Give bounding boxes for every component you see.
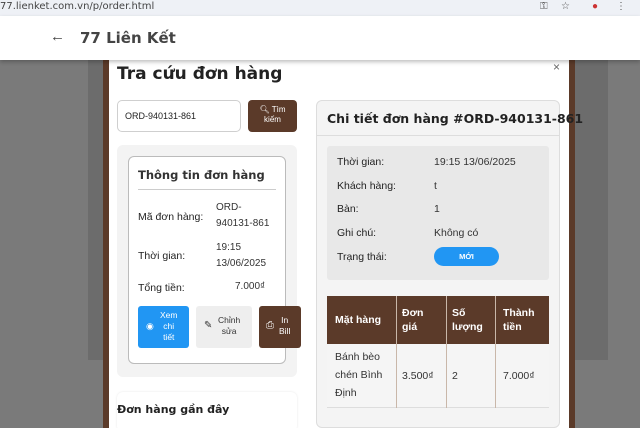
detail-table-label: Bàn: [337, 203, 359, 215]
item-qty: 2 [452, 370, 458, 382]
detail-time-label: Thời gian: [337, 156, 385, 168]
search-icon: 🔍︎ [259, 105, 270, 114]
detail-note-label: Ghi chú: [337, 227, 377, 239]
arrow-left-icon[interactable]: ← [50, 28, 65, 45]
pencil-icon: ✎ [204, 320, 213, 331]
item-price: 3.500₫ [402, 370, 434, 382]
column-header-qty: Số lượng [452, 307, 483, 333]
browser-address-bar[interactable]: 77.lienket.com.vn/p/order.html ⚿ ☆ ● ⋮ [0, 0, 640, 16]
order-time-value: 19:15 13/06/2025 [216, 242, 267, 269]
detail-status-label: Trạng thái: [337, 251, 387, 263]
detail-time-value: 19:15 13/06/2025 [434, 156, 516, 168]
order-info-title: Thông tin đơn hàng [138, 168, 265, 182]
order-code-label: Mã đơn hàng: [138, 211, 204, 223]
divider [316, 135, 560, 136]
url-text[interactable]: 77.lienket.com.vn/p/order.html [0, 0, 154, 14]
profile-icon[interactable]: ● [592, 1, 598, 13]
recent-orders-title: Đơn hàng gần đây [117, 403, 230, 416]
menu-icon[interactable]: ⋮ [616, 1, 626, 13]
item-total: 7.000₫ [503, 370, 535, 382]
divider [138, 189, 276, 190]
modal-title: Tra cứu đơn hàng [117, 64, 283, 84]
order-detail-title: Chi tiết đơn hàng #ORD-940131-861 [327, 111, 584, 126]
app-header: ← 77 Liên Kết [0, 16, 640, 60]
order-total-value: 7.000₫ [235, 281, 266, 292]
column-header-price: Đơn giá [402, 307, 424, 333]
detail-customer-label: Khách hàng: [337, 180, 396, 192]
view-details-button[interactable]: ◉ Xem chi tiết [138, 306, 189, 348]
order-search-input[interactable] [117, 100, 241, 132]
column-divider [396, 296, 397, 408]
item-name: Bánh bèo chén Bình Định [335, 351, 383, 399]
app-title: 77 Liên Kết [80, 29, 176, 47]
detail-customer-value: t [434, 180, 437, 192]
printer-icon: ⎙ [266, 320, 274, 331]
print-bill-button[interactable]: ⎙ In Bill [259, 306, 301, 348]
search-button[interactable]: 🔍︎ Tìm kiếm [248, 100, 297, 132]
column-divider [446, 296, 447, 408]
detail-table-value: 1 [434, 203, 440, 215]
detail-note-value: Không có [434, 227, 479, 239]
edit-button[interactable]: ✎ Chỉnh sửa [196, 306, 252, 348]
star-icon[interactable]: ☆ [561, 1, 570, 13]
key-icon[interactable]: ⚿ [540, 1, 548, 13]
column-header-total: Thành tiền [503, 307, 535, 333]
order-total-label: Tổng tiền: [138, 282, 185, 294]
order-time-label: Thời gian: [138, 250, 186, 262]
eye-icon: ◉ [146, 321, 154, 331]
order-code-value: ORD- 940131-861 [216, 202, 270, 229]
column-divider [495, 296, 496, 408]
status-badge: MỚI [434, 247, 499, 266]
close-icon[interactable]: × [553, 60, 560, 74]
column-header-item: Mặt hàng [335, 314, 382, 326]
